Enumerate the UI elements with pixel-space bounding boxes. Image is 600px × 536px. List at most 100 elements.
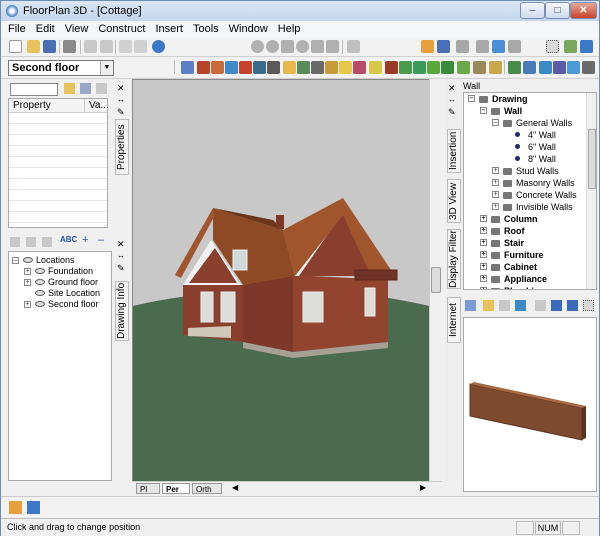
help-icon[interactable] — [152, 40, 165, 53]
menu-construct[interactable]: Construct — [93, 23, 150, 35]
menu-window[interactable]: Window — [224, 23, 273, 35]
expand-icon[interactable]: + — [492, 191, 499, 198]
library-tree-node[interactable]: + Furniture — [464, 249, 596, 261]
save-icon[interactable] — [43, 40, 56, 53]
maximize-button[interactable]: □ — [545, 2, 570, 19]
minimize-button[interactable]: – — [520, 2, 545, 19]
cloud-icon[interactable] — [508, 40, 521, 53]
expand-icon[interactable]: + — [492, 179, 499, 186]
scrollbar-thumb[interactable] — [588, 129, 596, 189]
pencil-icon[interactable] — [476, 40, 489, 53]
shrub-tool-icon[interactable] — [508, 61, 521, 74]
expand-icon[interactable]: + — [480, 275, 487, 282]
collapse-icon[interactable]: – — [468, 95, 475, 102]
furniture-tool-icon[interactable] — [311, 61, 324, 74]
library-tree-node[interactable]: – General Walls — [464, 117, 596, 129]
library-tree-node[interactable]: – Drawing — [464, 93, 596, 105]
tab-insertion[interactable]: Insertion — [447, 129, 461, 173]
tree-node-foundation[interactable]: + Foundation — [9, 266, 111, 277]
details-icon[interactable] — [567, 300, 578, 311]
pin-icon[interactable] — [456, 40, 469, 53]
zoom-out-icon[interactable] — [266, 40, 279, 53]
folder-icon[interactable] — [483, 300, 494, 311]
tree-node-ground-floor[interactable]: + Ground floor — [9, 277, 111, 288]
rename-button[interactable]: ABC — [60, 235, 77, 244]
pane-close-icon[interactable]: ✕ — [117, 83, 125, 94]
menu-help[interactable]: Help — [273, 23, 306, 35]
properties-object-select[interactable] — [10, 83, 58, 96]
grid-view-icon[interactable] — [492, 40, 505, 53]
fence-tool-icon[interactable] — [297, 61, 310, 74]
hide-icon[interactable] — [26, 237, 36, 247]
tab-display-filter[interactable]: Display Filter — [447, 229, 461, 289]
floor-select[interactable]: Second floor ▼ — [8, 60, 114, 76]
expand-icon[interactable]: + — [492, 203, 499, 210]
menu-file[interactable]: File — [1, 23, 31, 35]
remove-location-button[interactable]: – — [98, 234, 104, 246]
dimension-tool-icon[interactable] — [539, 61, 552, 74]
tree-node-locations[interactable]: – Locations — [9, 255, 111, 266]
water-tool-icon[interactable] — [523, 61, 536, 74]
pane-close-icon[interactable]: ✕ — [448, 83, 456, 94]
properties-icon[interactable] — [515, 300, 526, 311]
tab-properties[interactable]: Properties — [115, 119, 129, 175]
new-icon[interactable] — [9, 40, 22, 53]
pan-icon[interactable] — [326, 40, 339, 53]
house-icon[interactable] — [421, 40, 434, 53]
chevron-down-icon[interactable]: ▼ — [100, 61, 113, 75]
library-tree-node[interactable]: + Concrete Walls — [464, 189, 596, 201]
sort-icon[interactable] — [535, 300, 546, 311]
property-column-header[interactable]: Property — [9, 99, 85, 112]
open-icon[interactable] — [27, 40, 40, 53]
tree-node-second-floor[interactable]: + Second floor — [9, 299, 111, 310]
close-button[interactable]: ✕ — [570, 2, 597, 19]
appliance-tool-icon[interactable] — [353, 61, 366, 74]
zoom-in-icon[interactable] — [251, 40, 264, 53]
library-tree-node[interactable]: – Wall — [464, 105, 596, 117]
library-tree-node[interactable]: + Stud Walls — [464, 165, 596, 177]
collapse-icon[interactable]: – — [492, 119, 499, 126]
material-tool-icon[interactable] — [582, 61, 595, 74]
expand-icon[interactable]: + — [480, 287, 487, 289]
settings-icon[interactable] — [580, 40, 593, 53]
scroll-right-icon[interactable]: ▶ — [420, 483, 426, 492]
deck-tool-icon[interactable] — [399, 61, 412, 74]
list-icon[interactable] — [551, 300, 562, 311]
library-tree-node[interactable]: + Stair — [464, 237, 596, 249]
grid-icon[interactable] — [583, 300, 594, 311]
library-tree-node[interactable]: 4" Wall — [464, 129, 596, 141]
text-tool-icon[interactable] — [553, 61, 566, 74]
copy-icon[interactable] — [100, 40, 113, 53]
perspective-viewport[interactable] — [132, 79, 429, 481]
pool-tool-icon[interactable] — [489, 61, 502, 74]
library-tree-node[interactable]: + Masonry Walls — [464, 177, 596, 189]
redo-icon[interactable] — [134, 40, 147, 53]
zoom-window-icon[interactable] — [281, 40, 294, 53]
window-tool-icon[interactable] — [225, 61, 238, 74]
tree-node-site-location[interactable]: Site Location — [9, 288, 111, 299]
menu-view[interactable]: View — [60, 23, 94, 35]
home-icon[interactable] — [9, 501, 22, 514]
tab-perspective-view[interactable]: Per — [162, 483, 190, 494]
add-location-button[interactable]: + — [82, 234, 88, 246]
tree-tool-icon[interactable] — [457, 61, 470, 74]
camera-tool-icon[interactable] — [567, 61, 580, 74]
pane-pin-icon[interactable]: ✎ — [117, 263, 125, 274]
refresh-icon[interactable] — [347, 40, 360, 53]
expand-icon[interactable]: + — [492, 167, 499, 174]
lighting-tool-icon[interactable] — [369, 61, 382, 74]
select-arrow-icon[interactable] — [181, 61, 194, 74]
print-icon[interactable] — [63, 40, 76, 53]
insert-icon[interactable] — [465, 300, 476, 311]
expand-icon[interactable]: + — [480, 263, 487, 270]
expand-icon[interactable]: + — [480, 239, 487, 246]
scroll-left-icon[interactable]: ◀ — [232, 483, 238, 492]
undo-icon[interactable] — [119, 40, 132, 53]
scrollbar-thumb[interactable] — [431, 267, 441, 293]
column-tool-icon[interactable] — [283, 61, 296, 74]
delete-icon[interactable] — [42, 237, 52, 247]
tab-orthographic-view[interactable]: Orth — [192, 483, 222, 494]
menu-edit[interactable]: Edit — [31, 23, 60, 35]
landscape-tool-icon[interactable] — [427, 61, 440, 74]
pane-expand-icon[interactable]: ↔ — [117, 251, 125, 260]
